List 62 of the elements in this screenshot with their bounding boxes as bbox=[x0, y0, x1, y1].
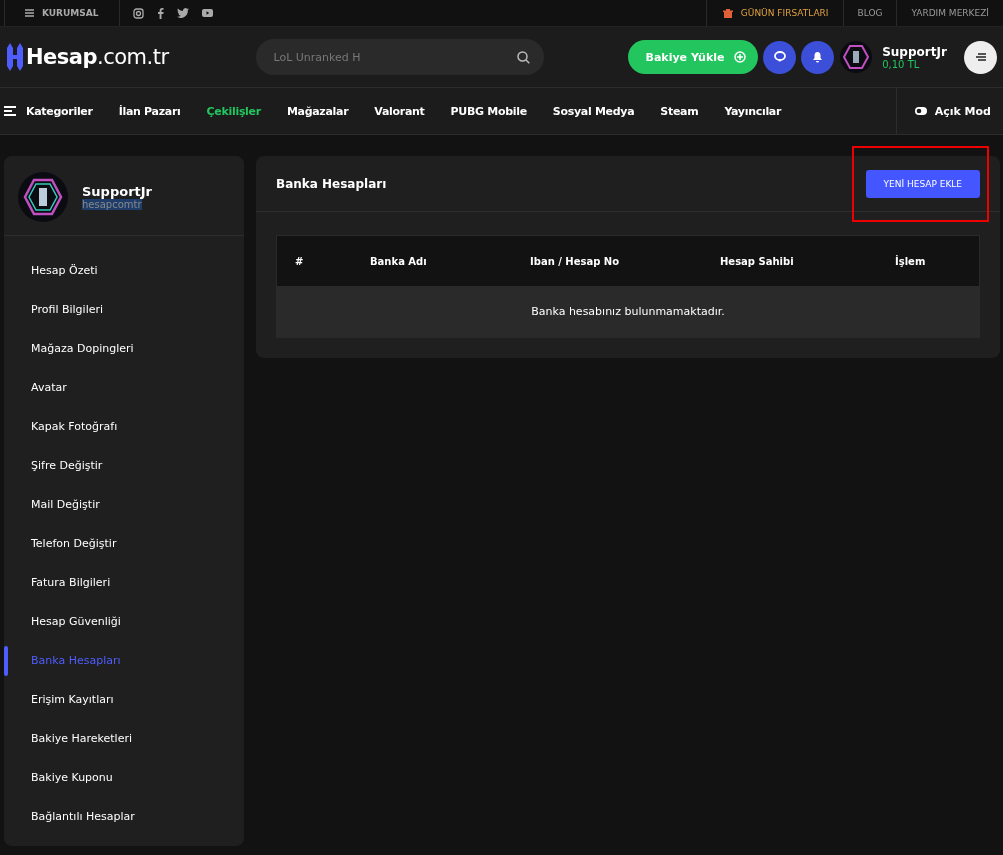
sidebar-item[interactable]: Erişim Kayıtları bbox=[4, 680, 244, 719]
toggle-icon bbox=[914, 107, 927, 115]
sidebar-item[interactable]: Profil Bilgileri bbox=[4, 290, 244, 329]
chat-button[interactable] bbox=[763, 40, 797, 74]
sidebar-item[interactable]: Bakiye Kuponu bbox=[4, 758, 244, 797]
nav-link[interactable]: Sosyal Medya bbox=[539, 104, 648, 118]
nav-link[interactable]: PUBG Mobile bbox=[437, 104, 540, 118]
column-header: Banka Adı bbox=[370, 255, 428, 267]
facebook-icon[interactable] bbox=[156, 7, 164, 19]
top-link[interactable]: YARDIM MERKEZİ bbox=[896, 0, 1003, 26]
nav-link[interactable]: Valorant bbox=[361, 104, 438, 118]
sidebar-item[interactable]: Avatar bbox=[4, 368, 244, 407]
user-balance: 0,10 TL bbox=[882, 58, 920, 70]
deals-link[interactable]: GÜNÜN FIRSATLARI bbox=[705, 0, 843, 26]
corporate-menu-button[interactable]: KURUMSAL bbox=[4, 0, 120, 26]
search-field[interactable]: LoL Unranked H bbox=[255, 39, 544, 75]
plus-circle-icon bbox=[734, 51, 747, 63]
logo-icon bbox=[6, 41, 24, 73]
user-name[interactable]: SupportJr bbox=[882, 44, 963, 59]
hexagon-icon bbox=[843, 44, 870, 70]
search-icon bbox=[516, 51, 530, 64]
notification-button[interactable] bbox=[801, 40, 835, 74]
sidebar-item[interactable]: Hesap Özeti bbox=[4, 251, 244, 290]
nav-link[interactable]: Yayıncılar bbox=[711, 104, 795, 118]
panel-title: Banka Hesapları bbox=[276, 176, 387, 191]
top-link[interactable]: BLOG bbox=[842, 0, 897, 26]
menu-icon bbox=[25, 9, 34, 17]
profile-username: hesapcomtr bbox=[82, 199, 142, 210]
light-mode-toggle[interactable]: Açık Mod bbox=[895, 88, 1003, 134]
twitter-icon[interactable] bbox=[176, 8, 189, 18]
sidebar-item[interactable]: Mail Değiştir bbox=[4, 485, 244, 524]
speech-bubble-icon bbox=[773, 51, 786, 63]
active-indicator bbox=[4, 646, 8, 676]
sidebar-item[interactable]: Kapak Fotoğrafı bbox=[4, 407, 244, 446]
shop-icon bbox=[722, 8, 733, 18]
bell-icon bbox=[812, 51, 824, 63]
nav-link[interactable]: Çekilişler bbox=[193, 104, 274, 118]
sidebar-item[interactable]: Bakiye Hareketleri bbox=[4, 719, 244, 758]
nav-link[interactable]: Kategoriler bbox=[16, 104, 106, 118]
instagram-icon[interactable] bbox=[132, 7, 144, 19]
logo-text[interactable]: Hesap.com.tr bbox=[26, 45, 169, 69]
sidebar-item[interactable]: Telefon Değiştir bbox=[4, 524, 244, 563]
profile-name: SupportJr bbox=[82, 184, 153, 199]
youtube-icon[interactable] bbox=[201, 9, 213, 17]
add-account-button[interactable]: YENİ HESAP EKLE bbox=[865, 169, 980, 198]
menu-icon bbox=[975, 53, 986, 61]
nav-link[interactable]: Steam bbox=[647, 104, 712, 118]
menu-icon[interactable] bbox=[4, 106, 16, 116]
sidebar-item[interactable]: Mağaza Dopingleri bbox=[4, 329, 244, 368]
column-header: Iban / Hesap No bbox=[529, 255, 621, 267]
menu-button[interactable] bbox=[964, 40, 997, 74]
nav-link[interactable]: Mağazalar bbox=[273, 104, 362, 118]
column-header: # bbox=[295, 255, 305, 267]
column-header: İşlem bbox=[895, 255, 927, 267]
sidebar-item[interactable]: Bağlantılı Hesaplar bbox=[4, 797, 244, 836]
column-header: Hesap Sahibi bbox=[720, 255, 795, 267]
nav-link[interactable]: İlan Pazarı bbox=[105, 104, 194, 118]
empty-message: Banka hesabınız bulunmamaktadır. bbox=[531, 305, 725, 318]
sidebar-item[interactable]: Fatura Bilgileri bbox=[4, 563, 244, 602]
avatar[interactable] bbox=[840, 41, 873, 73]
sidebar-item[interactable]: Hesap Güvenliği bbox=[4, 602, 244, 641]
sidebar-item[interactable]: Şifre Değiştir bbox=[4, 446, 244, 485]
